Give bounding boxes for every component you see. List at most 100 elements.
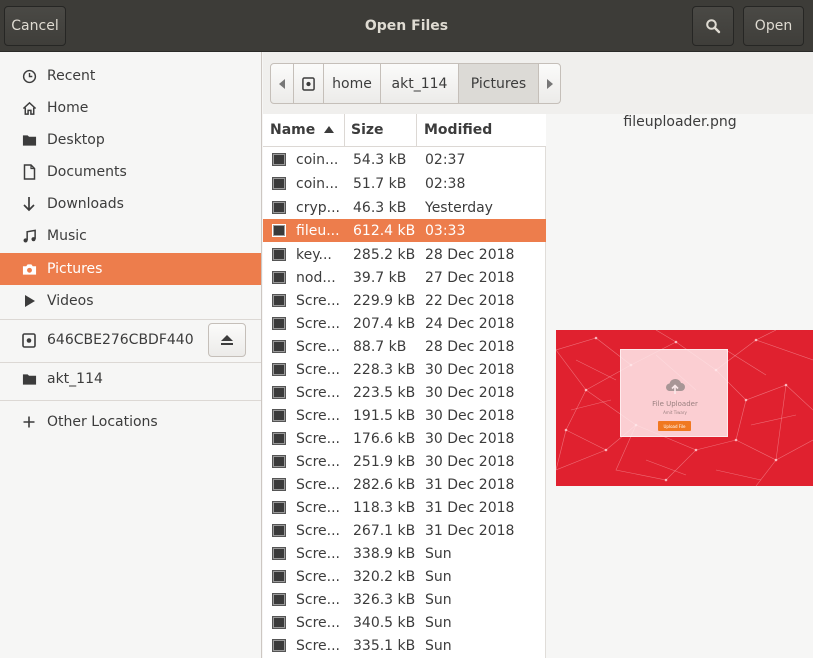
file-modified: 27 Dec 2018 — [425, 269, 515, 286]
table-row[interactable]: Scre... 207.4 kB 24 Dec 2018 — [263, 312, 546, 335]
table-row[interactable]: coin... 51.7 kB 02:38 — [263, 172, 546, 195]
file-size: 51.7 kB — [353, 175, 407, 192]
file-name: Scre... — [296, 614, 340, 631]
image-file-icon — [272, 271, 286, 284]
path-scroll-left-button[interactable] — [271, 64, 294, 103]
column-header-name[interactable]: Name — [263, 114, 345, 147]
sidebar-item-downloads[interactable]: Downloads — [0, 188, 261, 220]
table-row[interactable]: Scre... 320.2 kB Sun — [263, 565, 546, 588]
file-name: Scre... — [296, 568, 340, 585]
file-size: 118.3 kB — [353, 499, 416, 516]
table-row[interactable]: Scre... 282.6 kB 31 Dec 2018 — [263, 473, 546, 496]
file-size: 612.4 kB — [353, 222, 416, 239]
sidebar-item-akt-114[interactable]: akt_114 — [0, 363, 261, 395]
folder-icon — [21, 132, 37, 148]
column-header-size[interactable]: Size — [345, 114, 417, 147]
document-icon — [21, 164, 37, 180]
file-modified: 31 Dec 2018 — [425, 476, 515, 493]
path-segment-pictures[interactable]: Pictures — [459, 64, 539, 103]
table-row[interactable]: cryp... 46.3 kB Yesterday — [263, 196, 546, 219]
file-modified: 28 Dec 2018 — [425, 338, 515, 355]
file-name: Scre... — [296, 453, 340, 470]
file-size: 176.6 kB — [353, 430, 416, 447]
sidebar-item-home[interactable]: Home — [0, 92, 261, 124]
chevron-left-icon — [279, 78, 285, 89]
table-row[interactable]: Scre... 223.5 kB 30 Dec 2018 — [263, 381, 546, 404]
file-modified: 28 Dec 2018 — [425, 246, 515, 263]
sidebar-item-other-locations[interactable]: Other Locations — [0, 406, 261, 438]
table-row[interactable]: Scre... 176.6 kB 30 Dec 2018 — [263, 427, 546, 450]
sidebar-item-videos[interactable]: Videos — [0, 285, 261, 317]
file-size: 88.7 kB — [353, 338, 407, 355]
image-file-icon — [272, 524, 286, 537]
path-segment-akt-114[interactable]: akt_114 — [381, 64, 459, 103]
image-file-icon — [272, 409, 286, 422]
file-size: 285.2 kB — [353, 246, 416, 263]
file-size: 338.9 kB — [353, 545, 416, 562]
table-row[interactable]: Scre... 191.5 kB 30 Dec 2018 — [263, 404, 546, 427]
path-bar: home akt_114 Pictures — [270, 63, 561, 104]
sidebar-separator — [0, 400, 261, 401]
file-modified: Sun — [425, 591, 452, 608]
table-row[interactable]: fileu... 612.4 kB 03:33 — [263, 219, 546, 242]
file-modified: 24 Dec 2018 — [425, 315, 515, 332]
drive-icon — [302, 76, 315, 91]
image-file-icon — [272, 224, 286, 237]
file-name: Scre... — [296, 292, 340, 309]
file-modified: Yesterday — [425, 199, 493, 216]
file-name: Scre... — [296, 545, 340, 562]
file-size: 228.3 kB — [353, 361, 416, 378]
table-row[interactable]: Scre... 340.5 kB Sun — [263, 611, 546, 634]
sidebar-item-label: Downloads — [47, 196, 124, 212]
table-row[interactable]: Scre... 251.9 kB 30 Dec 2018 — [263, 450, 546, 473]
file-modified: 30 Dec 2018 — [425, 407, 515, 424]
cancel-button[interactable]: Cancel — [4, 6, 66, 46]
sidebar-item-music[interactable]: Music — [0, 220, 261, 252]
table-row[interactable]: Scre... 228.3 kB 30 Dec 2018 — [263, 358, 546, 381]
image-file-icon — [272, 616, 286, 629]
sidebar-item-pictures[interactable]: Pictures — [0, 253, 261, 285]
image-file-icon — [272, 501, 286, 514]
table-row[interactable]: Scre... 335.1 kB Sun — [263, 634, 546, 657]
file-name: Scre... — [296, 338, 340, 355]
table-row[interactable]: key... 285.2 kB 28 Dec 2018 — [263, 243, 546, 266]
image-file-icon — [272, 547, 286, 560]
video-icon — [21, 293, 37, 309]
file-name: Scre... — [296, 384, 340, 401]
table-row[interactable]: coin... 54.3 kB 02:37 — [263, 148, 546, 171]
file-modified: 02:38 — [425, 175, 466, 192]
file-modified: 03:33 — [425, 222, 466, 239]
file-name: nod... — [296, 269, 336, 286]
sidebar-item-label: Home — [47, 100, 89, 116]
image-file-icon — [272, 317, 286, 330]
table-row[interactable]: Scre... 229.9 kB 22 Dec 2018 — [263, 289, 546, 312]
open-button[interactable]: Open — [743, 6, 804, 46]
preview-pane: fileuploader.png File Uploader Amit Tiwa… — [547, 114, 813, 658]
sidebar-item-documents[interactable]: Documents — [0, 156, 261, 188]
file-size: 320.2 kB — [353, 568, 416, 585]
sidebar-item-label: 646CBE276CBDF440 — [47, 332, 194, 348]
file-name: fileu... — [296, 222, 340, 239]
table-row[interactable]: Scre... 118.3 kB 31 Dec 2018 — [263, 496, 546, 519]
image-file-icon — [272, 294, 286, 307]
table-row[interactable]: Scre... 267.1 kB 31 Dec 2018 — [263, 519, 546, 542]
table-row[interactable]: Scre... 338.9 kB Sun — [263, 542, 546, 565]
file-name: Scre... — [296, 591, 340, 608]
search-button[interactable] — [692, 6, 734, 46]
path-segment-home[interactable]: home — [324, 64, 381, 103]
file-size: 207.4 kB — [353, 315, 416, 332]
path-segment-drive[interactable] — [294, 64, 324, 103]
file-name: Scre... — [296, 522, 340, 539]
music-icon — [21, 228, 37, 244]
sidebar-item-label: akt_114 — [47, 371, 103, 387]
eject-button[interactable] — [208, 323, 246, 357]
table-row[interactable]: Scre... 88.7 kB 28 Dec 2018 — [263, 335, 546, 358]
path-scroll-right-button[interactable] — [539, 64, 560, 103]
image-file-icon — [272, 248, 286, 261]
column-header-modified[interactable]: Modified — [417, 114, 546, 147]
sidebar-item-desktop[interactable]: Desktop — [0, 124, 261, 156]
table-row[interactable]: Scre... 326.3 kB Sun — [263, 588, 546, 611]
sidebar-item-recent[interactable]: Recent — [0, 60, 261, 92]
file-modified: 30 Dec 2018 — [425, 361, 515, 378]
table-row[interactable]: nod... 39.7 kB 27 Dec 2018 — [263, 266, 546, 289]
